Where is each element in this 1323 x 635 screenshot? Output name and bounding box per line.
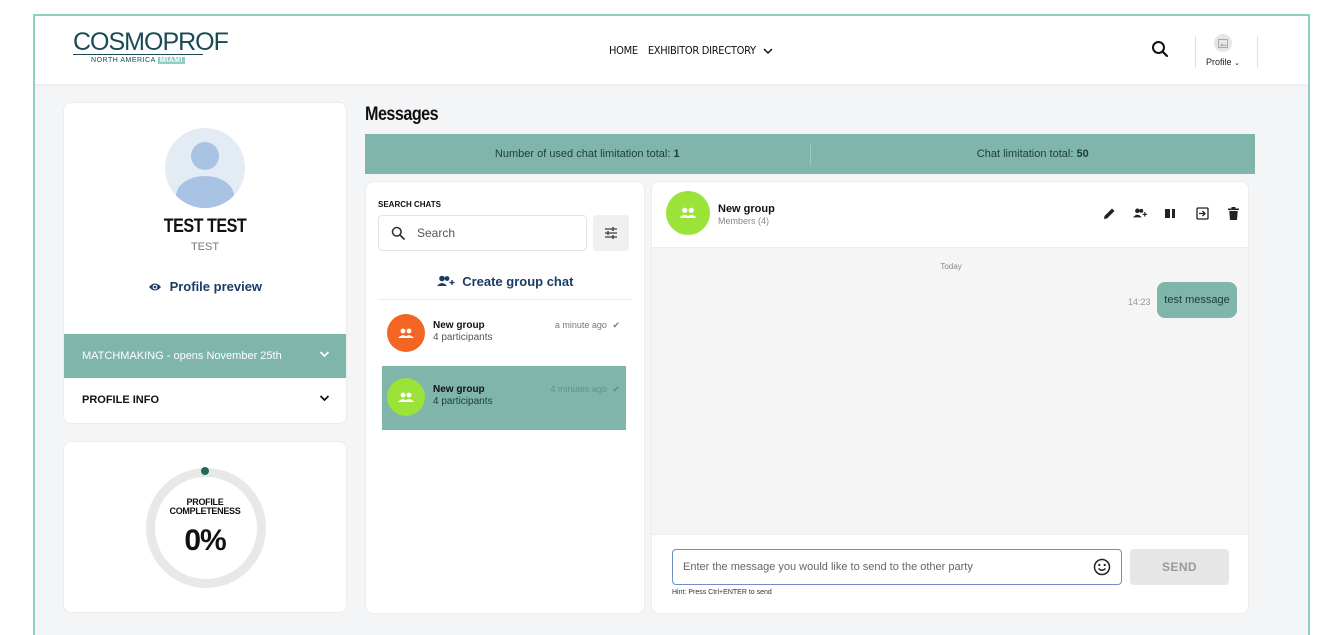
main-nav: HOME EXHIBITOR DIRECTORY (609, 44, 773, 57)
nav-exhibitor-directory-label: EXHIBITOR DIRECTORY (647, 44, 756, 57)
avatar-head (191, 142, 219, 170)
profile-info-label: PROFILE INFO (82, 394, 159, 406)
profile-name: TEST TEST (163, 216, 247, 237)
search-icon (391, 226, 405, 240)
eye-icon (148, 283, 161, 291)
create-group-label: Create group chat (462, 274, 574, 289)
message-bubble: test message (1157, 282, 1237, 318)
chat-participants: 4 participants (433, 396, 493, 407)
message-input[interactable]: Enter the message you would like to send… (672, 549, 1122, 585)
check-icon: ✔ (612, 320, 620, 330)
nav-home[interactable]: HOME (609, 44, 638, 57)
completeness-label: PROFILE COMPLETENESS (64, 498, 346, 516)
delete-icon[interactable] (1226, 206, 1240, 220)
avatar (165, 128, 245, 208)
profile-info-accordion[interactable]: PROFILE INFO (64, 378, 346, 423)
profile-card: TEST TEST TEST Profile preview MATCHMAKI… (63, 102, 347, 424)
filter-button[interactable] (593, 215, 629, 251)
search-icon[interactable] (1151, 40, 1169, 58)
list-item[interactable]: New group 4 participants a minute ago ✔ (382, 302, 626, 366)
send-hint: Hint: Press Ctrl+ENTER to send (672, 589, 772, 596)
composer: Enter the message you would like to send… (652, 534, 1248, 613)
search-placeholder: Search (417, 226, 456, 240)
profile-menu[interactable]: Profile ⌄ (1203, 34, 1243, 67)
completeness-value: 0% (184, 524, 226, 557)
avatar-body (176, 176, 234, 208)
avatar (387, 314, 425, 352)
chat-time: 4 minutes ago ✔ (550, 384, 620, 395)
chevron-down-icon (319, 351, 330, 358)
exit-icon[interactable] (1195, 206, 1209, 220)
used-limit: Number of used chat limitation total: 1 (365, 148, 810, 160)
nav-exhibitor-directory[interactable]: EXHIBITOR DIRECTORY (648, 44, 773, 57)
profile-label-text: Profile (1206, 57, 1232, 67)
total-limit: Chat limitation total: 50 (811, 148, 1256, 160)
completeness-progress-dot (201, 467, 209, 475)
used-limit-value: 1 (673, 148, 680, 160)
tune-icon (605, 227, 617, 239)
conversation-actions (1102, 206, 1240, 220)
list-item[interactable]: New group 4 participants 4 minutes ago ✔ (382, 366, 626, 430)
app-frame: COSMOPROF NORTH AMERICA MIAMI HOME EXHIB… (33, 14, 1310, 635)
chevron-down-icon (319, 395, 330, 402)
chat-time-label: 4 minutes ago (550, 384, 607, 394)
completeness-label-line2: COMPLETENESS (169, 506, 241, 516)
message-thread: Today 14:23 test message (652, 248, 1248, 534)
profile-preview-label: Profile preview (169, 279, 263, 294)
group-icon (398, 328, 414, 338)
divider (378, 299, 632, 300)
message-time: 14:23 (1128, 297, 1151, 307)
check-icon: ✔ (612, 384, 620, 394)
header-divider-right (1257, 36, 1258, 68)
create-group-chat-button[interactable]: Create group chat (366, 274, 644, 289)
chat-time: a minute ago ✔ (555, 320, 620, 331)
matchmaking-accordion[interactable]: MATCHMAKING - opens November 25th (64, 334, 346, 378)
conversation-members[interactable]: Members (4) (718, 216, 769, 226)
panel-icon[interactable] (1164, 206, 1178, 220)
add-member-icon[interactable] (1133, 206, 1147, 220)
edit-icon[interactable] (1102, 206, 1116, 220)
group-icon (398, 392, 414, 402)
profile-subtitle: TEST (190, 241, 220, 253)
day-separator: Today (940, 262, 962, 271)
chat-participants: 4 participants (433, 332, 493, 343)
chat-name: New group (433, 384, 485, 395)
add-group-icon (436, 275, 455, 286)
chat-name: New group (433, 320, 485, 331)
group-icon (679, 207, 697, 218)
cosmoprof-logo[interactable]: COSMOPROF NORTH AMERICA MIAMI (73, 28, 229, 64)
emoji-icon[interactable] (1093, 558, 1111, 576)
search-input[interactable]: Search (378, 215, 587, 251)
logo-sub-region: NORTH AMERICA (91, 57, 156, 64)
conversation-name: New group (718, 203, 775, 215)
total-limit-label: Chat limitation total: (976, 148, 1074, 160)
top-header: COSMOPROF NORTH AMERICA MIAMI HOME EXHIB… (35, 16, 1308, 84)
avatar (387, 378, 425, 416)
conversation-header: New group Members (4) (652, 182, 1248, 248)
avatar (1214, 34, 1232, 52)
send-button[interactable]: SEND (1130, 549, 1229, 585)
profile-completeness-card: PROFILE COMPLETENESS 0% (63, 441, 347, 613)
logo-sub-text: NORTH AMERICA MIAMI (73, 57, 203, 64)
chat-list-panel: SEARCH CHATS Search Create group chat Ne… (365, 181, 645, 614)
profile-preview-link[interactable]: Profile preview (64, 279, 346, 294)
chevron-down-icon: ⌄ (1234, 60, 1240, 67)
profile-menu-label: Profile ⌄ (1203, 57, 1243, 67)
chat-limit-bar: Number of used chat limitation total: 1 … (365, 134, 1255, 174)
logo-sub-city: MIAMI (157, 57, 185, 64)
chevron-down-icon (763, 48, 773, 55)
avatar (666, 191, 710, 235)
page-title: Messages (365, 104, 439, 125)
chat-time-label: a minute ago (554, 320, 607, 330)
logo-main-text: COSMOPROF (73, 28, 229, 56)
header-divider (1195, 36, 1196, 68)
search-chats-label: SEARCH CHATS (378, 200, 441, 209)
used-limit-label: Number of used chat limitation total: (494, 148, 671, 160)
matchmaking-label: MATCHMAKING - opens November 25th (82, 350, 282, 362)
conversation-panel: New group Members (4) Today 14:23 test m… (651, 181, 1249, 614)
total-limit-value: 50 (1076, 148, 1089, 160)
image-icon (1218, 38, 1228, 48)
message-input-placeholder: Enter the message you would like to send… (683, 561, 973, 573)
